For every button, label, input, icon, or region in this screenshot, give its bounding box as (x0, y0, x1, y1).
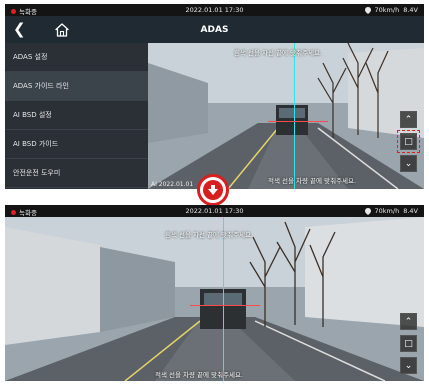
transition-arrow (197, 174, 229, 206)
down-button[interactable]: ⌄ (400, 155, 417, 172)
vehicle-guide-line (268, 121, 328, 122)
page-title: ADAS (200, 24, 229, 35)
guide-instruction-bottom: 적색 선을 차량 끝에 맞춰주세요. (155, 371, 244, 379)
down-button[interactable]: ⌄ (400, 357, 417, 374)
status-right: 70km/h 8.4V (364, 207, 418, 215)
center-guide-line (223, 217, 224, 381)
adjust-controls: ⌃ □ ⌄ (400, 313, 417, 374)
status-bar: 녹화중 2022.01.01 17:30 70km/h 8.4V (5, 4, 424, 16)
after-screenshot: 흰색 선을 차선 끝에 맞춰주세요. 적색 선을 차량 끝에 맞춰주세요. ⌃ … (5, 205, 424, 381)
menu-item-safe-driving[interactable]: 안전운전 도우미 (5, 159, 148, 188)
down-arrow-icon (208, 185, 218, 195)
up-button[interactable]: ⌃ (400, 111, 417, 128)
settings-menu: ADAS 설정 ADAS 가이드 라인 AI BSD 설정 AI BSD 가이드… (5, 43, 148, 189)
status-right: 70km/h 8.4V (364, 6, 418, 14)
menu-item-ai-bsd-guide[interactable]: AI BSD 가이드 (5, 130, 148, 159)
clock: 2022.01.01 17:30 (185, 207, 244, 215)
guide-instruction-top: 흰색 선을 차선 끝에 맞춰주세요. (234, 49, 323, 57)
voltage-readout: 8.4V (403, 6, 418, 14)
camera-view: 흰색 선을 차선 끝에 맞춰주세요. 적색 선을 차량 끝에 맞춰주세요. ⌃ … (148, 43, 424, 189)
menu-item-ai-bsd-settings[interactable]: AI BSD 설정 (5, 101, 148, 130)
fit-button[interactable]: □ (397, 130, 420, 153)
clock: 2022.01.01 17:30 (185, 6, 244, 14)
title-bar: ❮ ADAS (5, 16, 424, 43)
camera-view-full: 흰색 선을 차선 끝에 맞춰주세요. 적색 선을 차량 끝에 맞춰주세요. ⌃ … (5, 217, 424, 381)
status-bar: 녹화중 2022.01.01 17:30 70km/h 8.4V (5, 205, 424, 217)
menu-item-adas-guideline[interactable]: ADAS 가이드 라인 (5, 72, 148, 101)
up-button[interactable]: ⌃ (400, 313, 417, 330)
guide-instruction-top: 흰색 선을 차선 끝에 맞춰주세요. (165, 231, 254, 239)
fit-button[interactable]: □ (400, 335, 417, 352)
adjust-controls: ⌃ □ ⌄ (397, 111, 420, 172)
speed-readout: 70km/h (374, 207, 400, 215)
location-pin-icon (364, 6, 371, 14)
menu-item-adas-settings[interactable]: ADAS 설정 (5, 43, 148, 72)
before-screenshot: 흰색 선을 차선 끝에 맞춰주세요. 적색 선을 차량 끝에 맞춰주세요. ⌃ … (5, 4, 424, 189)
vehicle-guide-line (190, 305, 260, 306)
video-timestamp: AI 2022.01.01 (151, 181, 194, 188)
voltage-readout: 8.4V (403, 207, 418, 215)
location-pin-icon (364, 207, 371, 215)
center-guide-line (294, 43, 295, 189)
guide-instruction-bottom: 적색 선을 차량 끝에 맞춰주세요. (268, 177, 357, 185)
speed-readout: 70km/h (374, 6, 400, 14)
